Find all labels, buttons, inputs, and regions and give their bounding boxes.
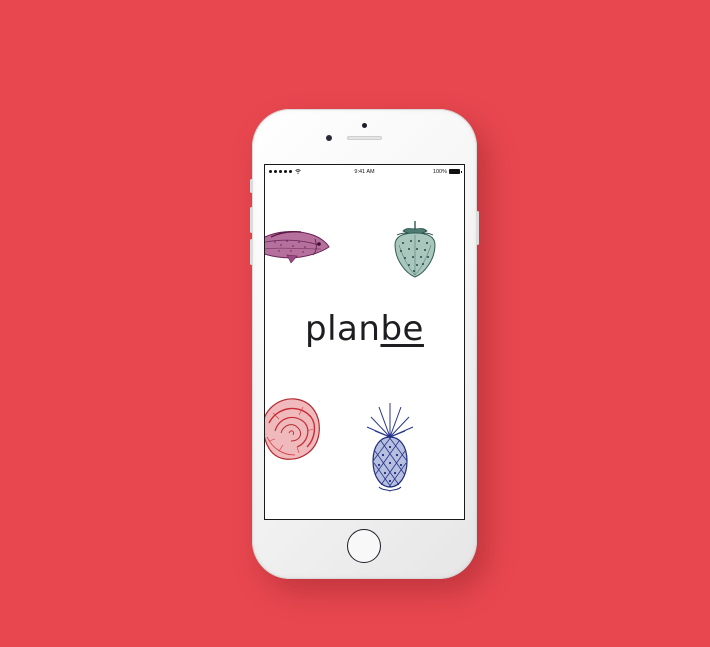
logo-text-plan: plan [305, 309, 381, 349]
pineapple-illustration [366, 403, 414, 492]
cabbage-illustration [265, 398, 320, 460]
strawberry-illustration [394, 221, 436, 278]
earpiece-speaker [347, 136, 382, 140]
phone-screen: 9:41 AM 100% planbe [264, 164, 465, 520]
side-button [250, 239, 253, 265]
logo-text-be: be [380, 309, 424, 349]
home-button-icon[interactable] [347, 529, 381, 563]
app-logo: planbe [265, 312, 464, 346]
side-button [476, 211, 479, 245]
status-bar: 9:41 AM 100% [265, 165, 464, 179]
battery-icon [449, 169, 462, 174]
battery-percent: 100% [432, 168, 447, 175]
proximity-sensor [326, 135, 332, 141]
side-button [250, 179, 253, 193]
status-battery: 100% [432, 168, 462, 175]
fish-illustration [265, 230, 330, 264]
side-button [250, 207, 253, 233]
phone-device: 9:41 AM 100% planbe [250, 109, 479, 579]
front-camera [362, 123, 367, 128]
